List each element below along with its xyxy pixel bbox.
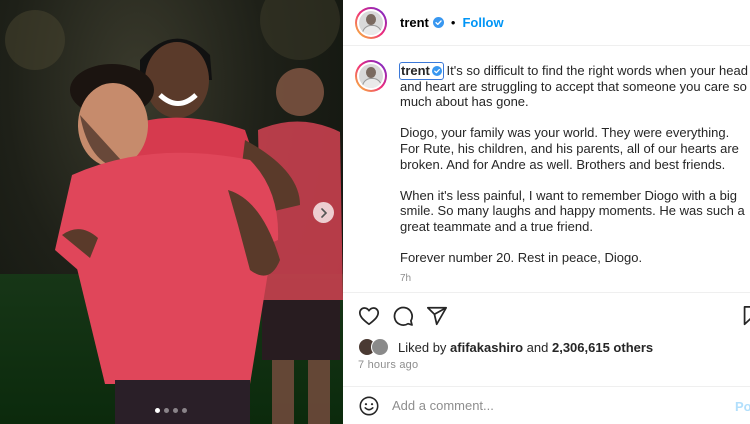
carousel-dot xyxy=(173,408,178,413)
carousel-dot xyxy=(164,408,169,413)
caption-paragraph-1: trent It's so difficult to find the righ… xyxy=(399,62,748,110)
caption-paragraph-3: When it's less painful, I want to rememb… xyxy=(400,187,745,234)
likes-others-count[interactable]: 2,306,615 others xyxy=(552,340,653,355)
post-header: trent • Follow xyxy=(343,0,750,46)
share-icon[interactable] xyxy=(426,305,448,327)
caption-username[interactable]: trent xyxy=(399,62,444,80)
next-slide-button[interactable] xyxy=(313,202,334,223)
caption-paragraph-2: Diogo, your family was your world. They … xyxy=(400,125,739,172)
likes-summary: Liked by afifakashiro and 2,306,615 othe… xyxy=(358,338,653,356)
follow-button[interactable]: Follow xyxy=(462,15,503,30)
author-username[interactable]: trent xyxy=(400,15,429,30)
chevron-right-icon xyxy=(320,207,327,218)
likes-and: and xyxy=(526,339,549,355)
header-separator: • xyxy=(450,15,456,30)
caption-author-avatar[interactable] xyxy=(355,60,387,92)
liker-avatars xyxy=(358,338,392,356)
emoji-icon[interactable] xyxy=(358,395,380,417)
verified-badge-icon xyxy=(431,65,442,76)
post-details-panel: trent • Follow trent It's so difficult t… xyxy=(343,0,750,424)
caption-paragraph-4: Forever number 20. Rest in peace, Diogo. xyxy=(400,250,643,266)
carousel-dot xyxy=(182,408,187,413)
training-photo-illustration xyxy=(5,0,343,424)
post-photo[interactable] xyxy=(0,0,343,424)
carousel-indicator xyxy=(155,408,187,413)
comment-bar: Po xyxy=(343,386,750,424)
post-age[interactable]: 7 hours ago xyxy=(358,359,418,371)
post-comment-button[interactable]: Po xyxy=(735,399,750,414)
comment-input[interactable] xyxy=(392,398,722,413)
carousel-dot-active xyxy=(155,408,160,413)
caption-timestamp[interactable]: 7h xyxy=(400,273,411,284)
heart-icon[interactable] xyxy=(358,305,380,327)
verified-badge-icon xyxy=(432,17,444,28)
liker-username[interactable]: afifakashiro xyxy=(450,340,523,355)
author-avatar[interactable] xyxy=(355,7,387,39)
caption-text-line-1: It's so difficult to find the right word… xyxy=(400,63,748,110)
comment-icon[interactable] xyxy=(392,305,414,327)
post-actions: Liked by afifakashiro and 2,306,615 othe… xyxy=(343,292,750,372)
bookmark-icon[interactable] xyxy=(741,305,750,327)
author-info: trent • Follow xyxy=(400,15,504,30)
liker-avatar[interactable] xyxy=(371,338,389,356)
post-caption: trent It's so difficult to find the righ… xyxy=(399,62,748,281)
liked-by-label: Liked by xyxy=(398,339,447,355)
